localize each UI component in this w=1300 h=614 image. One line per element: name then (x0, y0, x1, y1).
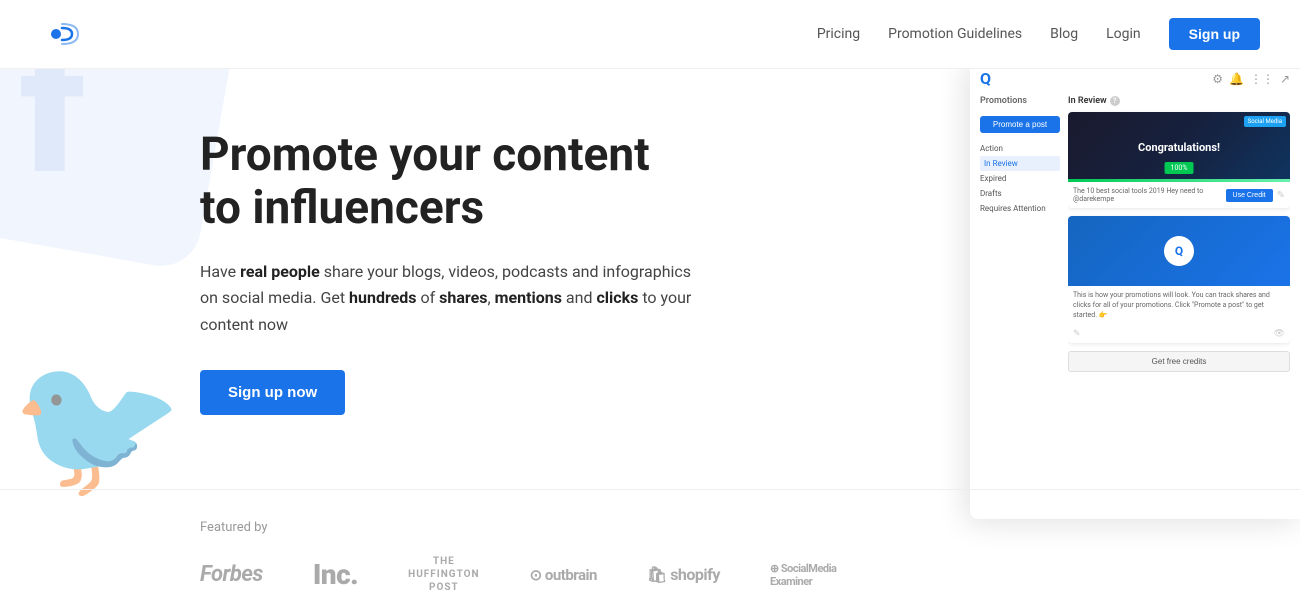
bold-shares: shares (439, 288, 487, 307)
header: Pricing Promotion Guidelines Blog Login … (0, 0, 1300, 69)
sidebar-nav: Action In Review Expired Drafts Requires… (980, 141, 1060, 216)
app-logo: Q (980, 69, 991, 88)
toolbar-icon-1: ⚙ (1212, 72, 1223, 86)
hero-subtitle: Have real people share your blogs, video… (200, 259, 700, 338)
main-nav: Pricing Promotion Guidelines Blog Login … (817, 18, 1260, 50)
hero-cta-button[interactable]: Sign up now (200, 370, 345, 415)
post-card-image-2: Q (1068, 216, 1290, 286)
app-toolbar: Q ⚙ 🔔 ⋮⋮ ↗ (980, 69, 1290, 88)
sidebar-item-drafts[interactable]: Drafts (980, 186, 1060, 201)
use-credit-button[interactable]: Use Credit (1226, 189, 1273, 202)
nav-guidelines[interactable]: Promotion Guidelines (888, 26, 1022, 42)
bold-real-people: real people (240, 262, 320, 281)
logo-shopify: 🛍 shopify (647, 565, 720, 584)
featured-logos: Forbes Inc. THEHUFFINGTONPOST ⊙ outbrain… (200, 555, 1260, 594)
signup-button[interactable]: Sign up (1169, 18, 1260, 50)
logo-outbrain: ⊙ outbrain (530, 566, 597, 584)
bold-hundreds: hundreds (349, 288, 416, 307)
edit-icon[interactable]: ✎ (1277, 190, 1285, 201)
section-title: In Review ? (1068, 96, 1290, 106)
social-badge: Social Media (1244, 116, 1286, 127)
promote-post-button[interactable]: Promote a post (980, 116, 1060, 133)
hero-title: Promote your content to influencers (200, 129, 700, 235)
hero-section: Promote your content to influencers Have… (200, 109, 700, 415)
toolbar-icon-3: ⋮⋮ (1250, 72, 1274, 86)
get-free-credits-button[interactable]: Get free credits (1068, 351, 1290, 372)
success-bar: 100% (1165, 162, 1194, 174)
logo-socialmedia-examiner: ⊕ SocialMediaExaminer (770, 562, 836, 588)
nav-login[interactable]: Login (1106, 26, 1141, 42)
post-card-preview: Q This is how your promotions will look.… (1068, 216, 1290, 343)
app-main-area: In Review ? Congratulations! Social Medi… (1068, 96, 1290, 506)
toolbar-icon-4: ↗ (1280, 72, 1290, 86)
post-card-congrats: Congratulations! Social Media 100% The 1… (1068, 112, 1290, 208)
congratulations-text: Congratulations! (1138, 141, 1220, 154)
toolbar-icon-2: 🔔 (1229, 72, 1244, 86)
featured-section: Featured by Forbes Inc. THEHUFFINGTONPOS… (0, 489, 1300, 614)
edit-icon-2[interactable]: ✎ (1073, 329, 1081, 339)
logo[interactable] (40, 14, 80, 54)
logo-forbes: Forbes (200, 562, 263, 587)
logo-circle: Q (1164, 236, 1194, 266)
bold-mentions: mentions (495, 288, 562, 307)
article-title: The 10 best social tools 2019 Hey need t… (1073, 187, 1222, 203)
sidebar-title: Promotions (980, 96, 1060, 106)
app-sidebar: Promotions Promote a post Action In Revi… (980, 96, 1060, 506)
nav-pricing[interactable]: Pricing (817, 26, 860, 42)
sidebar-item-requires[interactable]: Requires Attention (980, 201, 1060, 216)
post-card-image: Congratulations! Social Media 100% (1068, 112, 1290, 182)
featured-label: Featured by (200, 520, 1260, 535)
sidebar-item-action[interactable]: Action (980, 141, 1060, 156)
logo-inc: Inc. (313, 558, 358, 591)
help-icon[interactable]: ? (1110, 96, 1120, 106)
toolbar-icons: ⚙ 🔔 ⋮⋮ ↗ (1212, 72, 1290, 86)
app-preview-panel: Q ⚙ 🔔 ⋮⋮ ↗ Promotions Promote a post Act… (970, 59, 1300, 519)
view-icon[interactable]: 👁 (1274, 329, 1285, 339)
post-card-actions: The 10 best social tools 2019 Hey need t… (1068, 182, 1290, 208)
app-body: Promotions Promote a post Action In Revi… (980, 96, 1290, 506)
main-content: Promote your content to influencers Have… (0, 69, 1300, 469)
bold-clicks: clicks (596, 288, 638, 307)
nav-blog[interactable]: Blog (1050, 26, 1078, 42)
logo-huffington-post: THEHUFFINGTONPOST (408, 555, 479, 594)
post-description: This is how your promotions will look. Y… (1068, 286, 1290, 325)
sidebar-item-inreview[interactable]: In Review (980, 156, 1060, 171)
sidebar-item-expired[interactable]: Expired (980, 171, 1060, 186)
